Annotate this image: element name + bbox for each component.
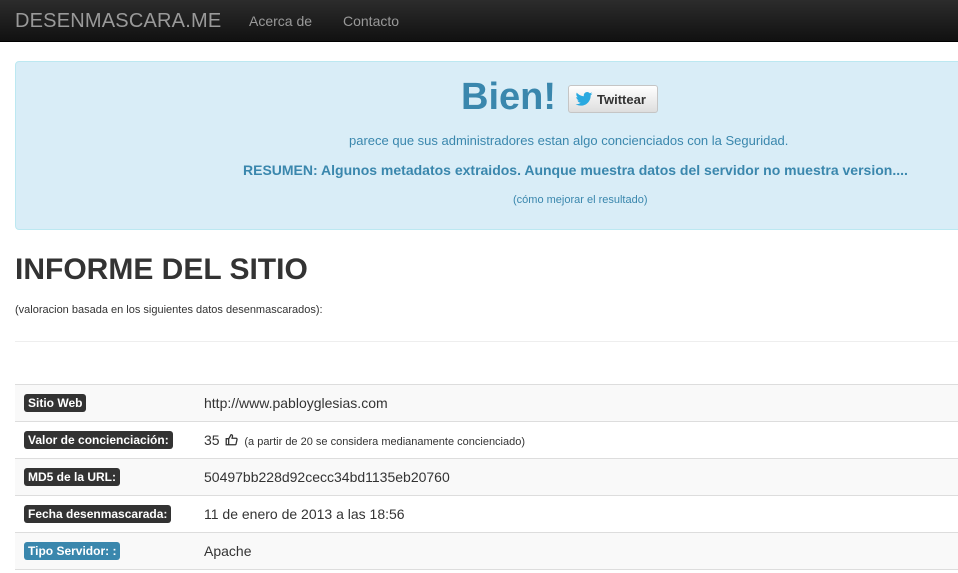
twitter-bird-icon [575,92,593,106]
table-row: Valor de concienciación: 35 (a partir de… [15,421,958,459]
result-title: Bien! [461,76,556,118]
field-label-fecha: Fecha desenmascarada: [24,505,172,523]
report-table: Sitio Web http://www.pabloyglesias.com V… [15,384,958,570]
result-summary: RESUMEN: Algunos metadatos extraidos. Au… [243,162,908,178]
field-value-sitio-web: http://www.pabloyglesias.com [204,395,388,411]
tweet-button[interactable]: Twittear [568,85,658,113]
field-value-md5: 50497bb228d92cecc34bd1135eb20760 [204,469,450,485]
tweet-button-label: Twittear [597,91,646,107]
brand-link[interactable]: DESENMASCARA.ME [15,10,221,33]
nav-link-contacto[interactable]: Contacto [343,13,399,29]
field-value-servidor: Apache [204,543,252,559]
field-label-sitio-web: Sitio Web [24,394,87,412]
improve-result-link[interactable]: (cómo mejorar el resultado) [513,194,648,206]
table-row: Tipo Servidor: : Apache [15,532,958,570]
divider [15,341,958,342]
top-navbar: DESENMASCARA.ME Acerca de Contacto [0,0,958,42]
field-label-servidor: Tipo Servidor: : [24,542,121,560]
result-description: parece que sus administradores estan alg… [349,133,789,148]
page-subtitle: (valoracion basada en los siguientes dat… [15,304,323,316]
table-row: Fecha desenmascarada: 11 de enero de 201… [15,495,958,533]
field-note-valor: (a partir de 20 se considera medianament… [244,436,526,448]
result-hero-panel: Bien! Twittear parece que sus administra… [15,61,958,230]
field-value-fecha: 11 de enero de 2013 a las 18:56 [204,506,405,522]
field-label-valor: Valor de concienciación: [24,431,173,449]
thumbs-up-icon [226,433,239,446]
field-label-md5: MD5 de la URL: [24,468,121,486]
table-row: Sitio Web http://www.pabloyglesias.com [15,384,958,422]
nav-link-acerca[interactable]: Acerca de [249,13,312,29]
page-title: INFORME DEL SITIO [15,253,308,286]
table-row: MD5 de la URL: 50497bb228d92cecc34bd1135… [15,458,958,496]
field-value-valor: 35 [204,432,220,448]
